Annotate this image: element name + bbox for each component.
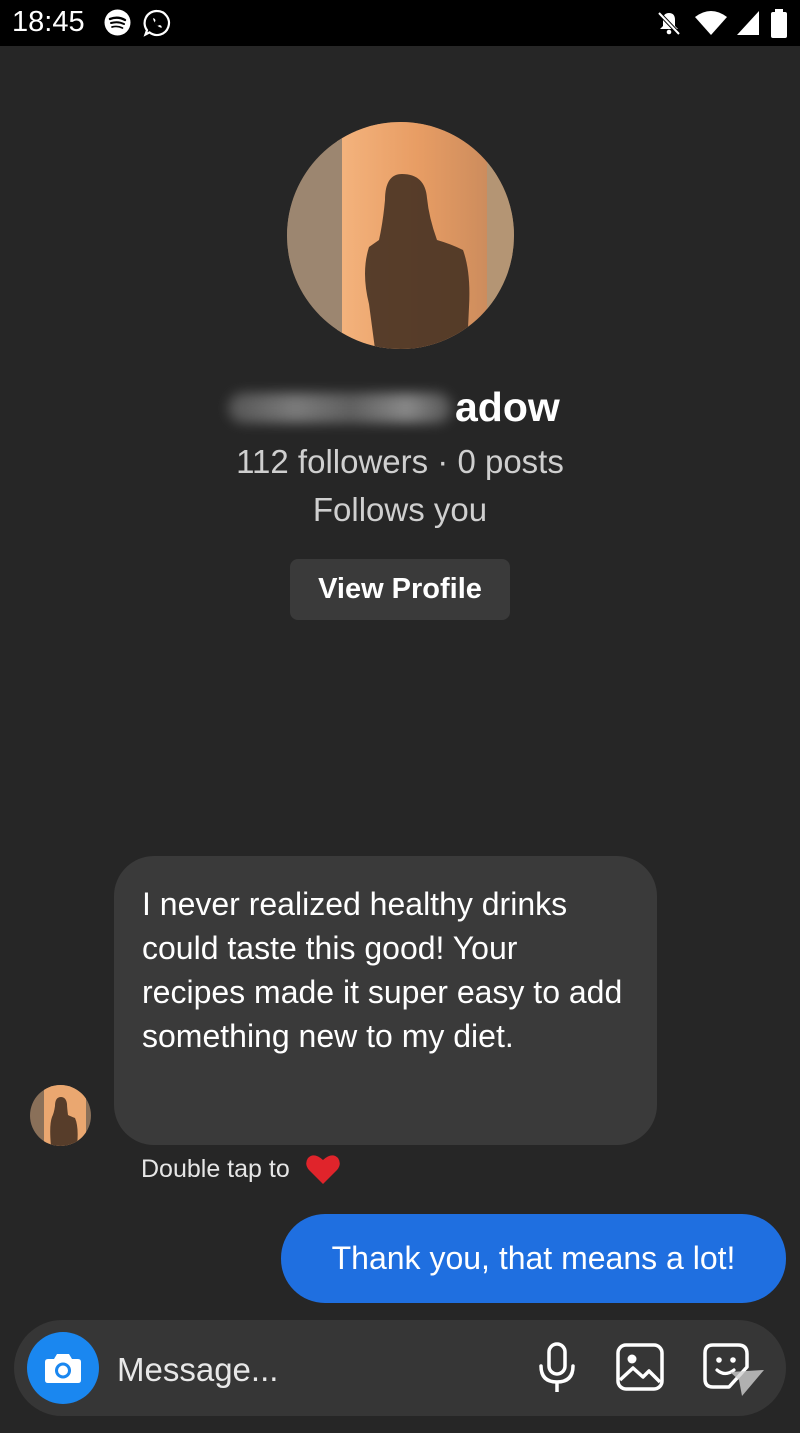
whatsapp-icon: [143, 9, 171, 37]
spotify-icon: [104, 9, 131, 36]
sticker-icon[interactable]: [702, 1342, 766, 1398]
username-obscured: [228, 393, 452, 423]
incoming-message-bubble[interactable]: I never realized healthy drinks could ta…: [114, 856, 657, 1145]
status-time: 18:45: [12, 6, 85, 38]
sender-photo-icon: [30, 1085, 91, 1146]
outgoing-message-bubble[interactable]: Thank you, that means a lot!: [281, 1214, 786, 1303]
cell-signal-icon: [737, 11, 759, 35]
profile-username: adow: [455, 384, 560, 430]
status-bar: 18:45: [0, 0, 800, 46]
sender-avatar[interactable]: [30, 1085, 91, 1146]
message-input[interactable]: [117, 1348, 517, 1392]
bell-muted-icon: [657, 11, 681, 36]
profile-stats: 112 followers · 0 posts: [236, 443, 564, 480]
profile-avatar[interactable]: [287, 122, 514, 349]
gallery-icon[interactable]: [615, 1342, 665, 1392]
view-profile-button[interactable]: View Profile: [290, 559, 510, 620]
wifi-icon: [695, 11, 727, 35]
camera-button[interactable]: [27, 1332, 99, 1404]
follows-you-label: Follows you: [312, 491, 488, 528]
double-tap-hint: Double tap to: [141, 1155, 290, 1183]
heart-icon: [306, 1155, 340, 1184]
profile-photo-icon: [287, 122, 514, 349]
camera-icon: [45, 1354, 81, 1383]
battery-icon: [771, 9, 787, 38]
microphone-icon[interactable]: [537, 1342, 577, 1394]
